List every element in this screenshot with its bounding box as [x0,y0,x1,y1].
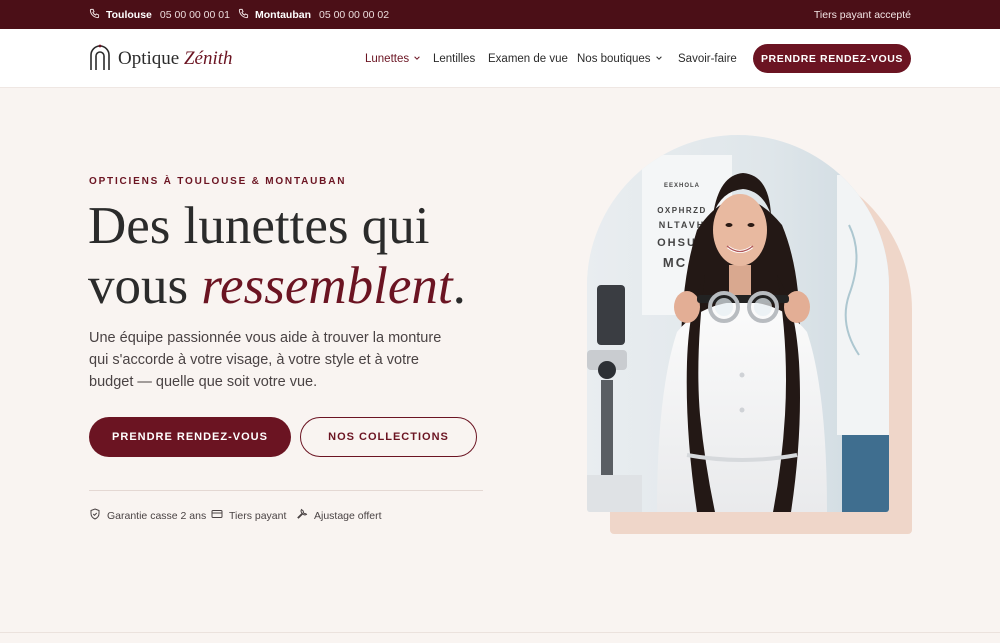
hero-photo: EEXHOLA OXPHRZD NLTAVH OHSU MC [587,135,889,512]
hero-title: Des lunettes qui vous ressemblent. [88,196,548,316]
location-phone[interactable]: 05 00 00 00 02 [319,9,389,21]
feature-ajustage: Ajustage offert [296,508,382,523]
site-header: Optique Zénith Lunettes Lentilles Examen… [0,29,1000,88]
hero-title-end: . [452,257,466,315]
arch-logo-icon [89,43,111,76]
location-city: Toulouse [106,8,152,21]
tiers-payant-notice: Tiers payant accepté [814,0,911,29]
hero-title-line-1: Des lunettes qui [88,197,430,255]
feature-guarantee: Garantie casse 2 ans [89,508,206,523]
nav-lunettes[interactable]: Lunettes [365,29,421,88]
hero-appointment-button[interactable]: PRENDRE RENDEZ-VOUS [89,417,291,457]
nav-examen-de-vue[interactable]: Examen de vue [488,29,568,88]
eye-chart-line: OXPHRZD [657,206,707,215]
hero-eyebrow: OPTICIENS À TOULOUSE & MONTAUBAN [89,176,347,187]
location-phone[interactable]: 05 00 00 00 01 [160,9,230,21]
hero-divider [89,490,483,491]
nav-label: Savoir-faire [678,52,737,65]
eye-chart-line: OHSU [657,237,697,249]
nav-lentilles[interactable]: Lentilles [433,29,475,88]
nav-nos-boutiques[interactable]: Nos boutiques [577,29,663,88]
nav-savoir-faire[interactable]: Savoir-faire [678,29,737,88]
top-bar: Toulouse 05 00 00 00 01 Montauban 05 00 … [0,0,1000,29]
feature-label: Ajustage offert [314,509,382,522]
hero-lead: Une équipe passionnée vous aide à trouve… [89,330,442,390]
location-city: Montauban [255,8,311,21]
phone-icon [238,8,249,22]
feature-label: Garantie casse 2 ans [107,509,207,522]
hero-title-line-2-plain: vous [88,257,202,315]
nav-label: Lentilles [433,52,476,65]
logo-text: Optique Zénith [118,48,233,70]
hero-title-accent: ressemblent [201,257,453,315]
location-montauban[interactable]: Montauban 05 00 00 00 02 [238,0,389,29]
feature-tiers-payant: Tiers payant [211,508,286,523]
shield-icon [89,508,101,523]
logo[interactable]: Optique Zénith [89,43,233,75]
chevron-down-icon [655,53,663,65]
header-appointment-button[interactable]: PRENDRE RENDEZ-VOUS [753,44,911,73]
logo-word-1: Optique [118,48,180,69]
section-divider [0,632,1000,633]
feature-label: Tiers payant [229,509,287,522]
notice-text: Tiers payant accepté [813,8,911,21]
eye-chart-line: MC [663,255,687,270]
nav-label: Lunettes [365,52,410,65]
chevron-down-icon [413,53,421,65]
phone-icon [89,8,100,22]
optician-photo-illustration: EEXHOLA OXPHRZD NLTAVH OHSU MC [587,135,889,512]
location-toulouse[interactable]: Toulouse 05 00 00 00 01 [89,0,230,29]
eye-chart-line: EEXHOLA [664,183,700,189]
wrench-icon [296,508,308,523]
card-icon [211,508,223,523]
nav-label: Examen de vue [488,52,568,65]
logo-word-2: Zénith [183,48,233,69]
nav-label: Nos boutiques [577,52,651,65]
hero-collections-button[interactable]: NOS COLLECTIONS [300,417,477,457]
